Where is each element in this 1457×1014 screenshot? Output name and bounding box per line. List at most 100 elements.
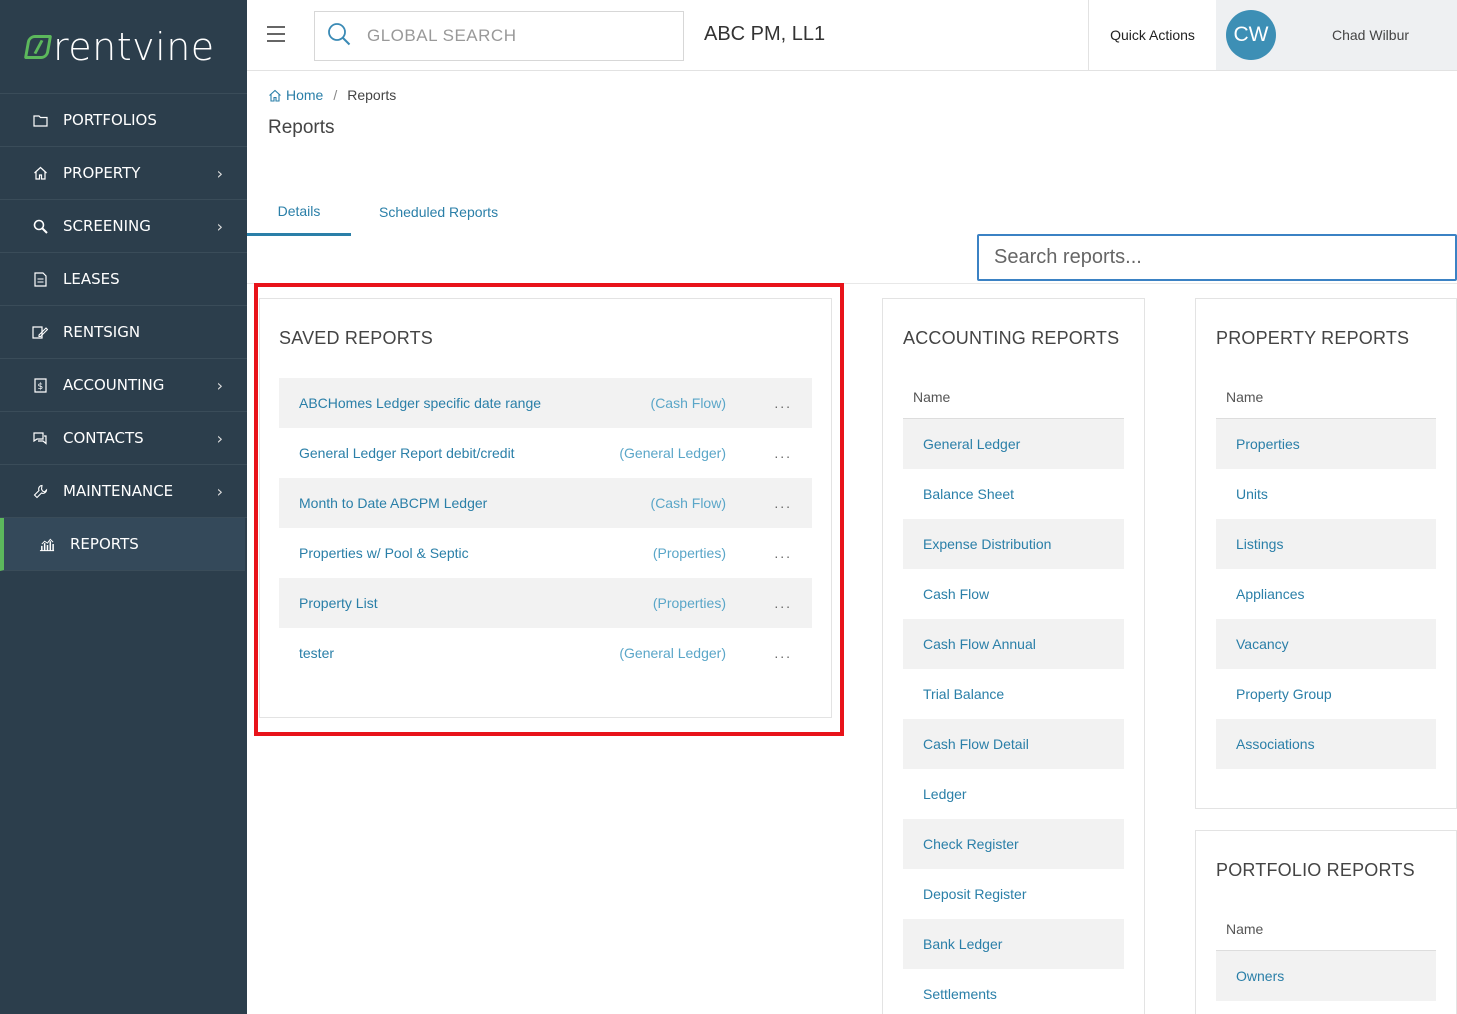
report-link-property-group[interactable]: Property Group <box>1216 669 1436 719</box>
saved-report-row[interactable]: Property List (Properties) ... <box>279 578 812 628</box>
saved-report-row[interactable]: General Ledger Report debit/credit (Gene… <box>279 428 812 478</box>
report-link-bank-ledger[interactable]: Bank Ledger <box>903 919 1124 969</box>
report-search[interactable] <box>977 234 1457 281</box>
accounting-reports-title: ACCOUNTING REPORTS <box>903 328 1120 348</box>
more-options-icon[interactable]: ... <box>774 445 792 461</box>
more-options-icon[interactable]: ... <box>774 395 792 411</box>
report-link-units[interactable]: Units <box>1216 469 1436 519</box>
sidebar-item-maintenance[interactable]: MAINTENANCE › <box>0 465 247 518</box>
report-link-vacancy[interactable]: Vacancy <box>1216 619 1436 669</box>
breadcrumb-current: Reports <box>347 87 397 103</box>
dollar-doc-icon: $ <box>32 377 48 393</box>
saved-report-name[interactable]: Month to Date ABCPM Ledger <box>299 495 487 511</box>
report-link-balance-sheet[interactable]: Balance Sheet <box>903 469 1124 519</box>
saved-report-row[interactable]: Month to Date ABCPM Ledger (Cash Flow) .… <box>279 478 812 528</box>
sidebar-item-label: ACCOUNTING <box>63 376 165 394</box>
report-link-general-ledger[interactable]: General Ledger <box>903 419 1124 469</box>
tab-details[interactable]: Details <box>247 188 351 236</box>
saved-report-name[interactable]: ABCHomes Ledger specific date range <box>299 395 541 411</box>
saved-report-row[interactable]: Properties w/ Pool & Septic (Properties)… <box>279 528 812 578</box>
breadcrumb: Home / Reports <box>268 87 396 103</box>
breadcrumb-home[interactable]: Home <box>268 87 323 103</box>
home-icon <box>32 165 48 181</box>
page-title: Reports <box>268 117 335 138</box>
sidebar: rentvine PORTFOLIOS PROPERTY › SCREENING… <box>0 0 247 1014</box>
sidebar-item-label: CONTACTS <box>63 429 144 447</box>
report-search-input[interactable] <box>994 246 1434 269</box>
breadcrumb-home-label: Home <box>286 87 324 103</box>
saved-report-row[interactable]: tester (General Ledger) ... <box>279 628 812 678</box>
chart-icon <box>39 536 55 552</box>
folder-icon <box>32 112 48 128</box>
portfolio-reports-panel: PORTFOLIO REPORTS Name Owners <box>1195 830 1457 1014</box>
saved-reports-title: SAVED REPORTS <box>279 328 433 348</box>
wrench-icon <box>32 483 48 499</box>
sidebar-item-portfolios[interactable]: PORTFOLIOS <box>0 94 247 147</box>
report-link-check-register[interactable]: Check Register <box>903 819 1124 869</box>
logo-text: rentvine <box>53 24 215 69</box>
home-icon <box>268 89 282 102</box>
sidebar-item-accounting[interactable]: $ ACCOUNTING › <box>0 359 247 412</box>
report-link-trial-balance[interactable]: Trial Balance <box>903 669 1124 719</box>
company-name[interactable]: ABC PM, LL1 <box>704 23 825 46</box>
sidebar-item-label: MAINTENANCE <box>63 482 174 500</box>
report-link-cash-flow-annual[interactable]: Cash Flow Annual <box>903 619 1124 669</box>
saved-report-name[interactable]: Property List <box>299 595 378 611</box>
portfolio-reports-title: PORTFOLIO REPORTS <box>1216 860 1415 880</box>
sidebar-item-screening[interactable]: SCREENING › <box>0 200 247 253</box>
chevron-right-icon: › <box>216 428 223 448</box>
sidebar-item-label: LEASES <box>63 270 120 288</box>
report-link-associations[interactable]: Associations <box>1216 719 1436 769</box>
saved-report-type: (Properties) <box>652 595 726 611</box>
top-header: ABC PM, LL1 Quick Actions CW Chad Wilbur <box>247 0 1457 71</box>
property-reports-title: PROPERTY REPORTS <box>1216 328 1410 348</box>
column-header-name: Name <box>1216 907 1436 951</box>
sidebar-item-label: RENTSIGN <box>63 323 141 341</box>
saved-report-name[interactable]: tester <box>299 645 334 661</box>
report-link-cash-flow-detail[interactable]: Cash Flow Detail <box>903 719 1124 769</box>
user-name[interactable]: Chad Wilbur <box>1332 27 1409 43</box>
saved-report-row[interactable]: ABCHomes Ledger specific date range (Cas… <box>279 378 812 428</box>
saved-report-name[interactable]: General Ledger Report debit/credit <box>299 445 515 461</box>
global-search-input[interactable] <box>367 26 667 46</box>
report-link-cash-flow[interactable]: Cash Flow <box>903 569 1124 619</box>
chevron-right-icon: › <box>216 375 223 395</box>
more-options-icon[interactable]: ... <box>774 595 792 611</box>
more-options-icon[interactable]: ... <box>774 645 792 661</box>
sidebar-item-leases[interactable]: LEASES <box>0 253 247 306</box>
saved-report-name[interactable]: Properties w/ Pool & Septic <box>299 545 469 561</box>
report-link-settlements[interactable]: Settlements <box>903 969 1124 1014</box>
search-icon <box>327 22 351 50</box>
sidebar-item-contacts[interactable]: CONTACTS › <box>0 412 247 465</box>
quick-actions-button[interactable]: Quick Actions <box>1088 0 1216 70</box>
menu-toggle-icon[interactable] <box>267 26 285 47</box>
sign-icon <box>32 324 48 340</box>
avatar[interactable]: CW <box>1226 10 1276 60</box>
report-link-listings[interactable]: Listings <box>1216 519 1436 569</box>
saved-report-type: (Cash Flow) <box>650 395 726 411</box>
sidebar-item-reports[interactable]: REPORTS <box>0 518 245 571</box>
more-options-icon[interactable]: ... <box>774 495 792 511</box>
global-search[interactable] <box>314 11 684 61</box>
more-options-icon[interactable]: ... <box>774 545 792 561</box>
sidebar-item-property[interactable]: PROPERTY › <box>0 147 247 200</box>
saved-report-type: (General Ledger) <box>619 645 726 661</box>
report-link-properties[interactable]: Properties <box>1216 419 1436 469</box>
report-link-deposit-register[interactable]: Deposit Register <box>903 869 1124 919</box>
sidebar-item-rentsign[interactable]: RENTSIGN <box>0 306 247 359</box>
report-link-ledger[interactable]: Ledger <box>903 769 1124 819</box>
column-header-name: Name <box>1216 375 1436 419</box>
chat-icon <box>32 430 48 446</box>
saved-report-type: (General Ledger) <box>619 445 726 461</box>
accounting-reports-panel: ACCOUNTING REPORTS Name General Ledger B… <box>882 298 1145 1014</box>
tab-scheduled-reports[interactable]: Scheduled Reports <box>379 188 498 236</box>
saved-reports-panel: SAVED REPORTS ABCHomes Ledger specific d… <box>259 298 832 718</box>
rentvine-logo-icon <box>23 34 53 59</box>
sidebar-item-label: PROPERTY <box>63 164 141 182</box>
user-menu[interactable]: CW Chad Wilbur <box>1216 0 1457 70</box>
report-link-appliances[interactable]: Appliances <box>1216 569 1436 619</box>
logo[interactable]: rentvine <box>0 0 247 94</box>
breadcrumb-separator: / <box>333 87 338 103</box>
report-link-expense-distribution[interactable]: Expense Distribution <box>903 519 1124 569</box>
report-link-owners[interactable]: Owners <box>1216 951 1436 1001</box>
